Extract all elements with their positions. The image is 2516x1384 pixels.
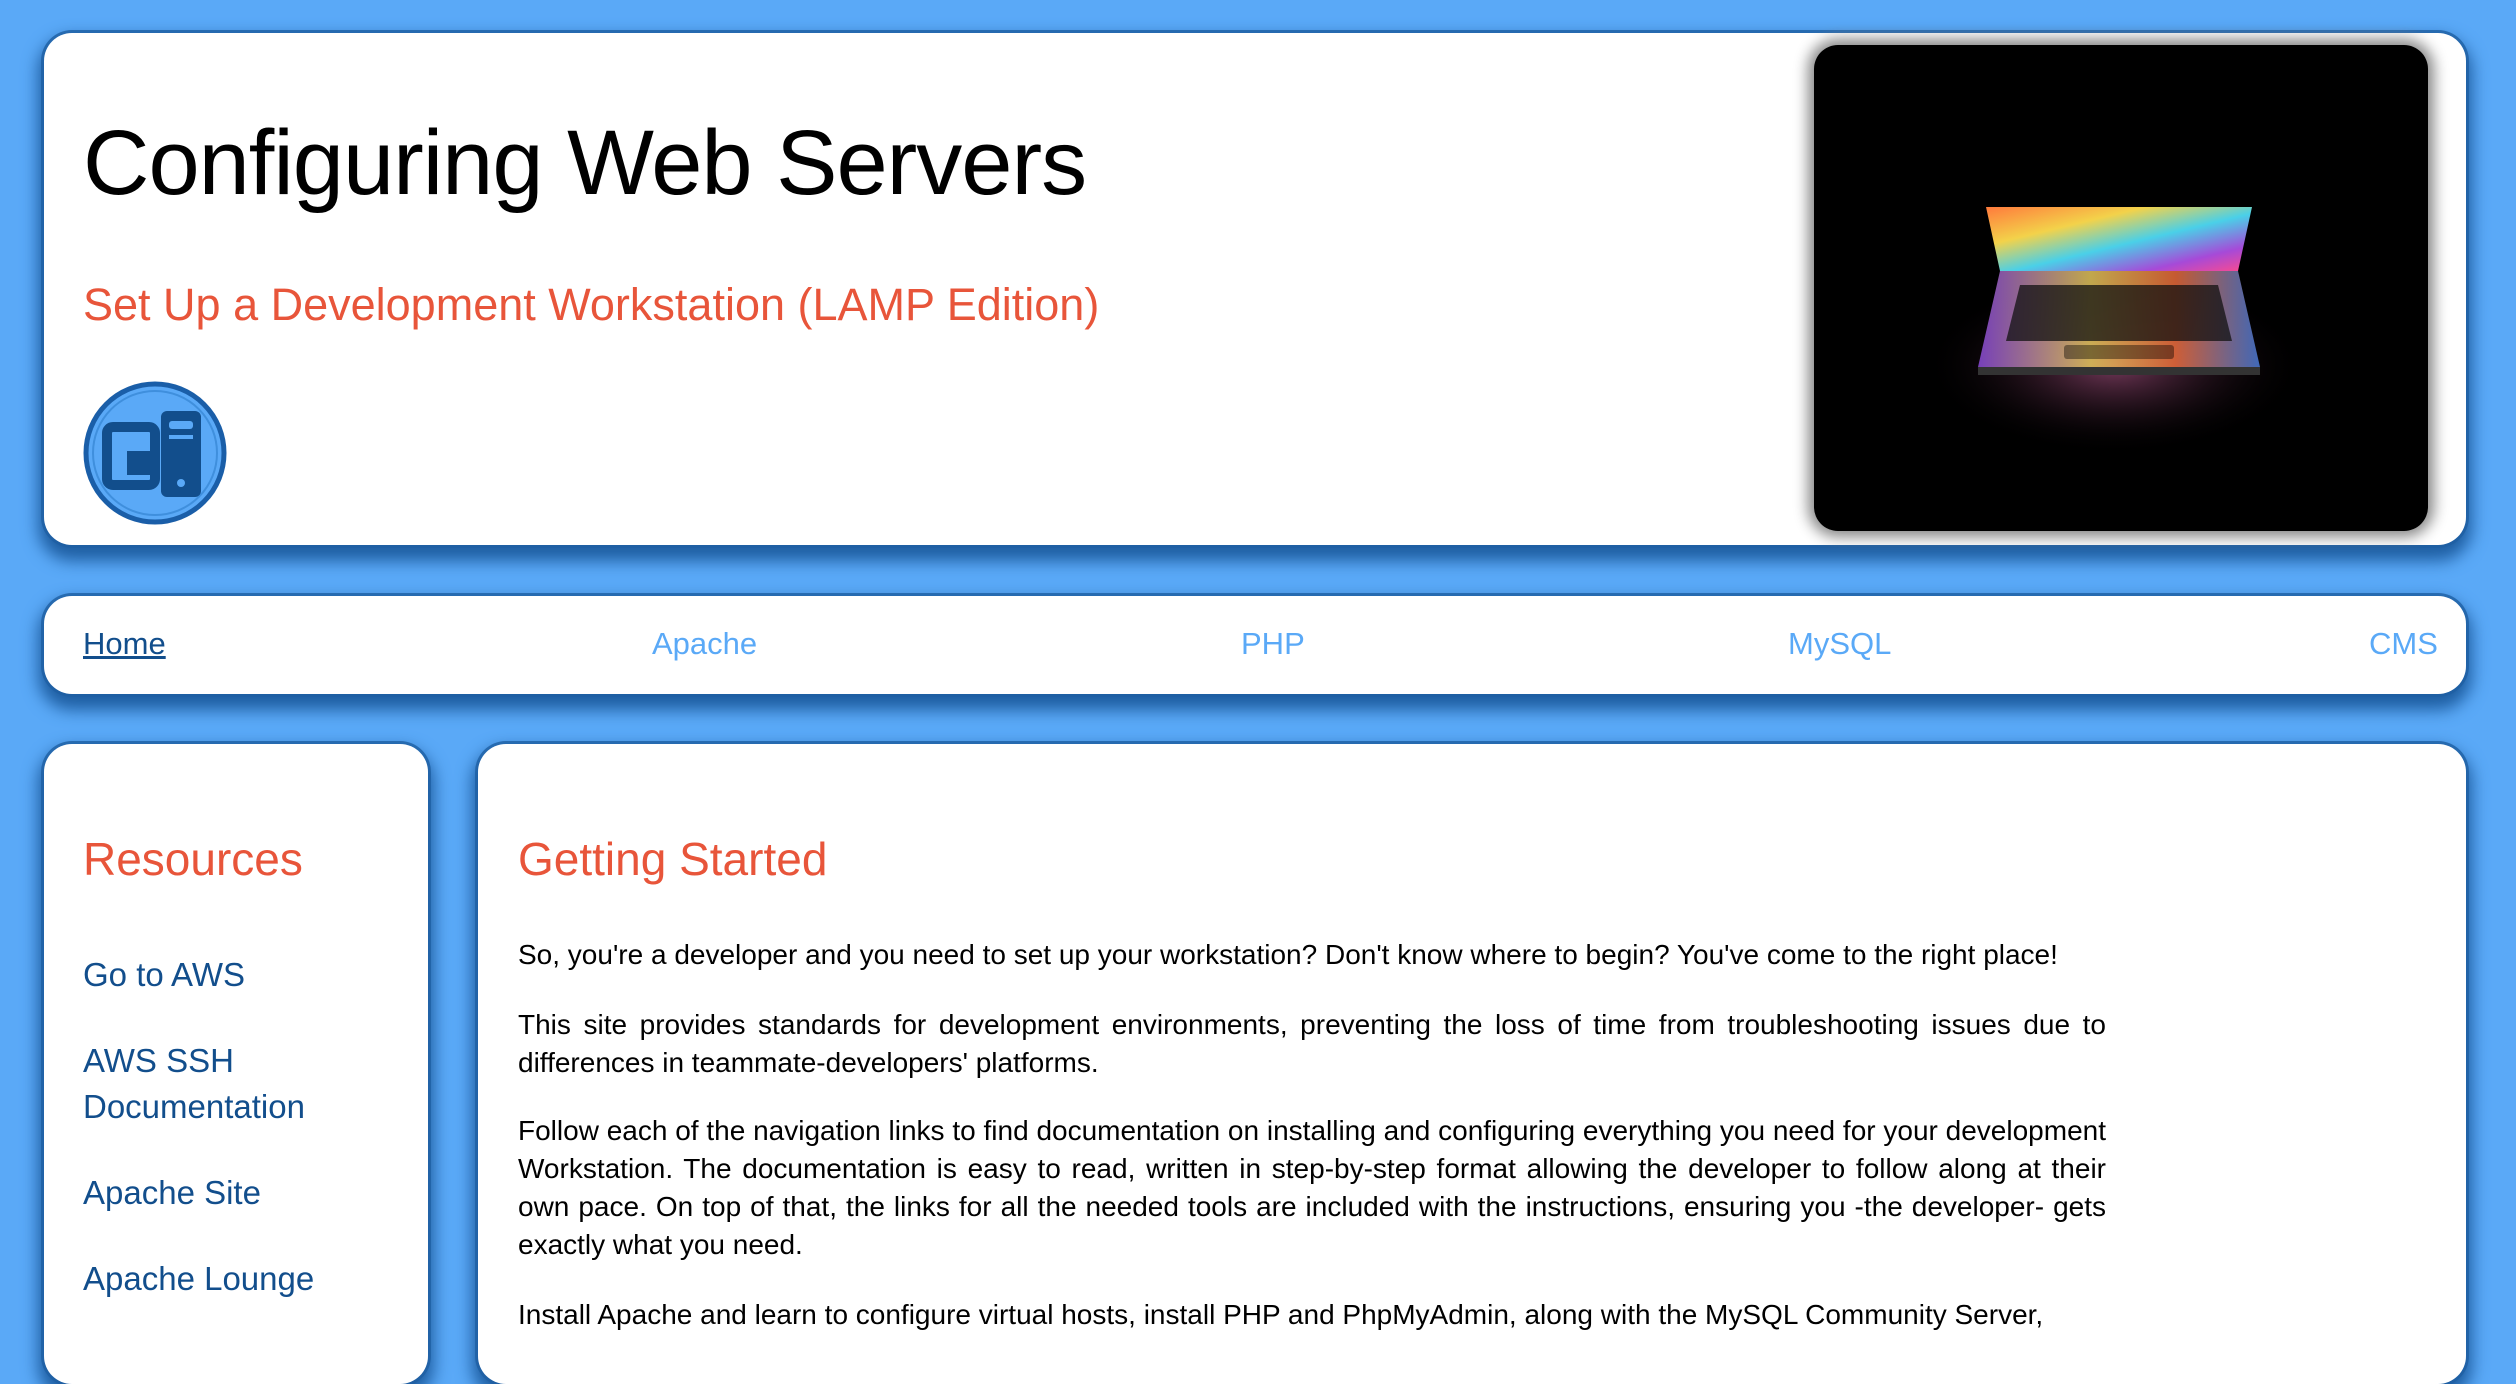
- server-logo-icon: [83, 381, 227, 525]
- resources-sidebar: Resources Go to AWS AWS SSH Documentatio…: [44, 744, 428, 1384]
- header-panel: Configuring Web Servers Set Up a Develop…: [44, 33, 2466, 545]
- intro-paragraph: So, you're a developer and you need to s…: [518, 939, 2058, 970]
- nav-cms-link[interactable]: CMS: [2369, 626, 2438, 662]
- nav-apache-link[interactable]: Apache: [652, 626, 757, 662]
- navigation-paragraph: Follow each of the navigation links to f…: [518, 1115, 2106, 1260]
- laptop-image: [1814, 45, 2428, 531]
- nav-mysql-link[interactable]: MySQL: [1788, 626, 1891, 662]
- site-subtitle: Set Up a Development Workstation (LAMP E…: [83, 279, 1100, 330]
- sidebar-link-apache-site[interactable]: Apache Site: [83, 1170, 383, 1216]
- install-paragraph: Install Apache and learn to configure vi…: [518, 1299, 2044, 1330]
- nav-php-link[interactable]: PHP: [1241, 626, 1305, 662]
- main-navigation: Home Apache PHP MySQL CMS: [44, 596, 2466, 694]
- standards-paragraph: This site provides standards for develop…: [518, 1009, 2106, 1078]
- sidebar-link-apache-lounge[interactable]: Apache Lounge: [83, 1256, 383, 1302]
- site-title: Configuring Web Servers: [83, 112, 1087, 214]
- main-title: Getting Started: [518, 833, 828, 885]
- nav-home-link[interactable]: Home: [83, 626, 166, 662]
- main-content: Getting Started So, you're a developer a…: [478, 744, 2466, 1384]
- sidebar-link-aws[interactable]: Go to AWS: [83, 952, 383, 998]
- sidebar-link-aws-ssh[interactable]: AWS SSH Documentation: [83, 1038, 383, 1130]
- sidebar-title: Resources: [83, 833, 303, 885]
